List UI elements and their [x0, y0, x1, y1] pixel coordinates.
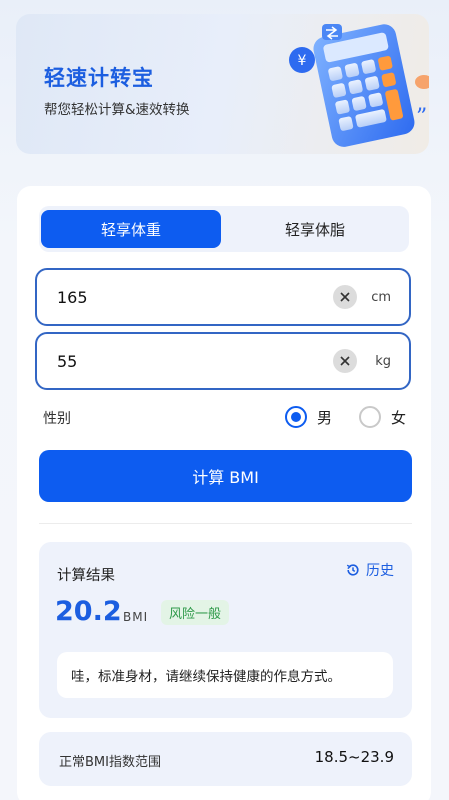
- calculate-bmi-button[interactable]: 计算 BMI: [39, 450, 412, 502]
- risk-badge: 风险一般: [161, 600, 230, 625]
- close-icon: [340, 356, 350, 366]
- divider: [39, 523, 412, 524]
- result-tip: 哇，标准身材，请继续保持健康的作息方式。: [57, 652, 393, 698]
- gender-male-label: 男: [317, 408, 333, 427]
- weight-field: kg: [35, 332, 411, 390]
- normal-range-value: 18.5~23.9: [314, 748, 394, 766]
- bmi-calculator-card: 轻享体重 轻享体脂 cm kg 性别 男 女 计算 BMI: [17, 186, 431, 800]
- app-banner: 轻速计转宝 帮您轻松计算&速效转换 ¥ ”: [16, 14, 429, 154]
- gender-option-female[interactable]: 女: [359, 406, 406, 428]
- radio-female[interactable]: [359, 406, 381, 428]
- height-input[interactable]: [57, 270, 317, 324]
- weight-unit: kg: [375, 353, 391, 369]
- clear-weight-button[interactable]: [333, 349, 357, 373]
- gender-label: 性别: [43, 411, 71, 427]
- normal-range-panel: 正常BMI指数范围 18.5~23.9: [39, 732, 412, 786]
- result-panel: 计算结果 历史 20.2 BMI 风险一般 哇，标准身材，请继续保持健康的作息方…: [39, 542, 412, 718]
- yen-text: ¥: [298, 53, 307, 69]
- history-button[interactable]: 历史: [346, 560, 394, 580]
- normal-range-label: 正常BMI指数范围: [59, 755, 161, 770]
- close-icon: [340, 292, 350, 302]
- app-title: 轻速计转宝: [44, 66, 154, 90]
- height-unit: cm: [371, 289, 391, 305]
- result-title: 计算结果: [57, 568, 115, 584]
- svg-text:”: ”: [416, 105, 427, 130]
- history-icon: [346, 564, 359, 576]
- tab-body-fat[interactable]: 轻享体脂: [225, 210, 405, 248]
- bmi-unit: BMI: [123, 610, 149, 624]
- clear-height-button[interactable]: [333, 285, 357, 309]
- history-label: 历史: [366, 563, 394, 579]
- bmi-value: 20.2: [55, 596, 122, 627]
- tab-weight[interactable]: 轻享体重: [41, 210, 221, 248]
- app-subtitle: 帮您轻松计算&速效转换: [44, 102, 190, 118]
- calculator-illustration: ¥ ”: [289, 24, 429, 147]
- weight-input[interactable]: [57, 334, 317, 388]
- gender-option-male[interactable]: 男: [285, 406, 332, 428]
- tab-bar: 轻享体重 轻享体脂: [39, 206, 409, 252]
- gender-female-label: 女: [391, 408, 407, 427]
- radio-male[interactable]: [285, 406, 307, 428]
- height-field: cm: [35, 268, 411, 326]
- gender-row: 性别 男 女: [43, 406, 413, 430]
